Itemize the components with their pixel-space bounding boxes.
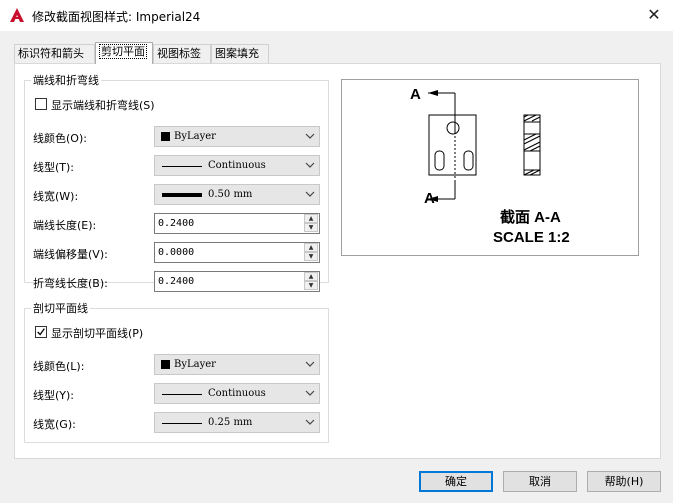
section-label-bottom: A (424, 190, 435, 207)
checkmark-icon (37, 328, 45, 336)
spin-down-icon[interactable]: ▼ (304, 281, 318, 290)
chevron-down-icon (305, 133, 315, 139)
scale-caption: SCALE 1:2 (493, 229, 570, 246)
end-line-color-row: 线颜色(O): ByLayer (25, 126, 328, 148)
tab-view-label[interactable]: 视图标签 (153, 44, 211, 63)
end-line-offset-spinner[interactable]: ▲ ▼ (154, 242, 320, 263)
cutting-lineweight-row: 线宽(G): 0.25 mm (25, 412, 328, 434)
tab-cutting-plane[interactable]: 剪切平面 (95, 42, 153, 64)
lineweight-dropdown[interactable]: 0.50 mm (154, 184, 320, 205)
cancel-button[interactable]: 取消 (503, 471, 577, 492)
line-sample (162, 423, 202, 424)
end-line-offset-row: 端线偏移量(V): ▲ ▼ (25, 242, 328, 264)
section-caption: 截面 A-A (500, 208, 561, 226)
end-line-length-input[interactable] (156, 215, 301, 232)
spin-down-icon[interactable]: ▼ (304, 223, 318, 232)
spin-up-icon[interactable]: ▲ (304, 272, 318, 281)
group-title: 剖切平面线 (33, 302, 88, 315)
section-label-top: A (410, 86, 421, 103)
end-lineweight-row: 线宽(W): 0.50 mm (25, 184, 328, 206)
line-sample (162, 394, 202, 395)
color-swatch (161, 360, 170, 369)
ok-button[interactable]: 确定 (419, 471, 493, 492)
lineweight-dropdown[interactable]: 0.25 mm (154, 412, 320, 433)
tab-panel-cutting-plane: 端线和折弯线 显示端线和折弯线(S) 线颜色(O): ByLayer 线型(T)… (14, 63, 661, 459)
bend-line-length-spinner[interactable]: ▲ ▼ (154, 271, 320, 292)
close-button[interactable]: ✕ (643, 4, 665, 26)
spin-down-icon[interactable]: ▼ (304, 252, 318, 261)
tab-identifiers-arrows[interactable]: 标识符和箭头 (14, 44, 95, 63)
checkbox-box[interactable] (35, 98, 47, 110)
cutting-linetype-row: 线型(Y): Continuous (25, 383, 328, 405)
line-color-dropdown[interactable]: ByLayer (154, 126, 320, 147)
chevron-down-icon (305, 390, 315, 396)
line-sample (162, 166, 202, 167)
linetype-dropdown[interactable]: Continuous (154, 383, 320, 404)
color-swatch (161, 132, 170, 141)
chevron-down-icon (305, 361, 315, 367)
end-line-length-spinner[interactable]: ▲ ▼ (154, 213, 320, 234)
help-button[interactable]: 帮助(H) (587, 471, 661, 492)
spin-up-icon[interactable]: ▲ (304, 214, 318, 223)
group-title: 端线和折弯线 (33, 74, 99, 87)
bend-line-length-row: 折弯线长度(B): ▲ ▼ (25, 271, 328, 293)
end-bend-lines-group: 端线和折弯线 显示端线和折弯线(S) 线颜色(O): ByLayer 线型(T)… (24, 72, 329, 292)
tab-hatch[interactable]: 图案填充 (211, 44, 269, 63)
end-line-offset-input[interactable] (156, 244, 301, 261)
preview-panel: A A 截面 A-A SCALE 1:2 (341, 79, 639, 256)
chevron-down-icon (305, 162, 315, 168)
end-linetype-row: 线型(T): Continuous (25, 155, 328, 177)
section-view-preview: A A 截面 A-A SCALE 1:2 (410, 86, 570, 246)
window-title: 修改截面视图样式: Imperial24 (32, 10, 201, 24)
line-sample (162, 193, 202, 197)
cutting-plane-lines-group: 剖切平面线 显示剖切平面线(P) 线颜色(L): ByLayer 线型(Y): … (24, 300, 329, 443)
end-line-length-row: 端线长度(E): ▲ ▼ (25, 213, 328, 235)
chevron-down-icon (305, 191, 315, 197)
title-bar: 修改截面视图样式: Imperial24 ✕ (0, 0, 673, 31)
linetype-dropdown[interactable]: Continuous (154, 155, 320, 176)
chevron-down-icon (305, 419, 315, 425)
spin-up-icon[interactable]: ▲ (304, 243, 318, 252)
checkbox-box[interactable] (35, 326, 47, 338)
line-color-dropdown[interactable]: ByLayer (154, 354, 320, 375)
bend-line-length-input[interactable] (156, 273, 301, 290)
autocad-icon (10, 8, 24, 22)
cutting-line-color-row: 线颜色(L): ByLayer (25, 354, 328, 376)
close-icon: ✕ (647, 5, 661, 24)
